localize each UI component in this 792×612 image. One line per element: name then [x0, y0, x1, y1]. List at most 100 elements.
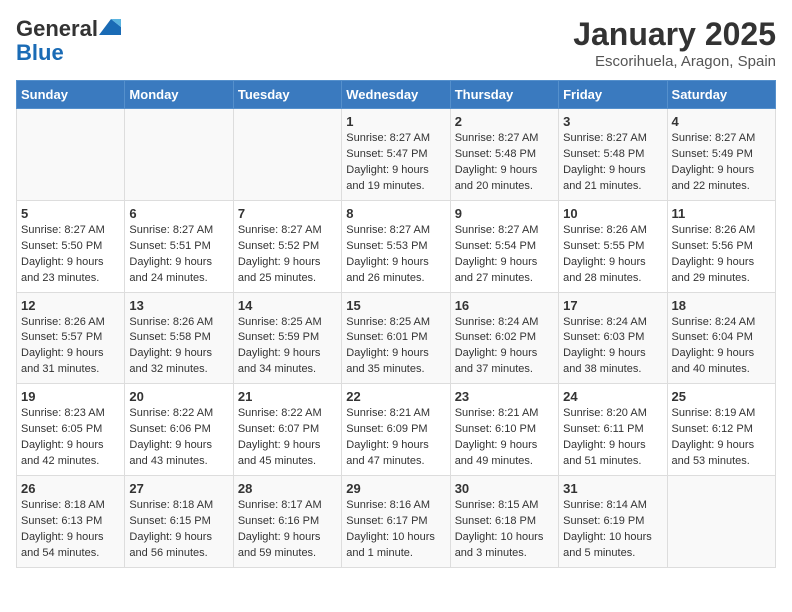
- calendar-cell: 27 Sunrise: 8:18 AMSunset: 6:15 PMDayligh…: [125, 476, 233, 568]
- calendar-cell: 26 Sunrise: 8:18 AMSunset: 6:13 PMDayligh…: [17, 476, 125, 568]
- day-header-saturday: Saturday: [667, 81, 775, 109]
- month-title: January 2025: [573, 16, 776, 53]
- page-header: General Blue January 2025 Escorihuela, A…: [16, 16, 776, 70]
- calendar-cell: 16 Sunrise: 8:24 AMSunset: 6:02 PMDayligh…: [450, 292, 558, 384]
- calendar-cell: 6 Sunrise: 8:27 AMSunset: 5:51 PMDaylight…: [125, 200, 233, 292]
- day-info: Sunrise: 8:24 AMSunset: 6:04 PMDaylight:…: [672, 315, 771, 379]
- day-info: Sunrise: 8:22 AMSunset: 6:06 PMDaylight:…: [129, 406, 228, 470]
- day-info: Sunrise: 8:20 AMSunset: 6:11 PMDaylight:…: [563, 406, 662, 470]
- day-number: 14: [238, 298, 337, 313]
- day-info: Sunrise: 8:27 AMSunset: 5:47 PMDaylight:…: [346, 131, 445, 195]
- day-header-wednesday: Wednesday: [342, 81, 450, 109]
- calendar-cell: 25Sunrise: 8:19 AMSunset: 6:12 PMDayligh…: [667, 384, 775, 476]
- day-number: 21: [238, 389, 337, 404]
- calendar-cell: 14Sunrise: 8:25 AMSunset: 5:59 PMDayligh…: [233, 292, 341, 384]
- day-info: Sunrise: 8:21 AMSunset: 6:09 PMDaylight:…: [346, 406, 445, 470]
- location: Escorihuela, Aragon, Spain: [573, 53, 776, 70]
- day-number: 25: [672, 389, 771, 404]
- day-info: Sunrise: 8:23 AMSunset: 6:05 PMDaylight:…: [21, 406, 120, 470]
- day-info: Sunrise: 8:21 AMSunset: 6:10 PMDaylight:…: [455, 406, 554, 470]
- day-info: Sunrise: 8:27 AMSunset: 5:54 PMDaylight:…: [455, 223, 554, 287]
- calendar-table: SundayMondayTuesdayWednesdayThursdayFrid…: [16, 80, 776, 568]
- day-number: 23: [455, 389, 554, 404]
- calendar-cell: 23 Sunrise: 8:21 AMSunset: 6:10 PMDayligh…: [450, 384, 558, 476]
- day-info: Sunrise: 8:24 AMSunset: 6:02 PMDaylight:…: [455, 315, 554, 379]
- day-number: 29: [346, 481, 445, 496]
- calendar-cell: 9 Sunrise: 8:27 AMSunset: 5:54 PMDaylight…: [450, 200, 558, 292]
- day-number: 4: [672, 114, 771, 129]
- day-info: Sunrise: 8:26 AMSunset: 5:57 PMDaylight:…: [21, 315, 120, 379]
- day-number: 15: [346, 298, 445, 313]
- day-info: Sunrise: 8:27 AMSunset: 5:50 PMDaylight:…: [21, 223, 120, 287]
- day-info: Sunrise: 8:18 AMSunset: 6:13 PMDaylight:…: [21, 498, 120, 562]
- day-number: 5: [21, 206, 120, 221]
- day-number: 17: [563, 298, 662, 313]
- day-number: 24: [563, 389, 662, 404]
- title-block: January 2025 Escorihuela, Aragon, Spain: [573, 16, 776, 70]
- calendar-cell: 3 Sunrise: 8:27 AMSunset: 5:48 PMDaylight…: [559, 109, 667, 201]
- day-number: 27: [129, 481, 228, 496]
- day-info: Sunrise: 8:27 AMSunset: 5:53 PMDaylight:…: [346, 223, 445, 287]
- day-header-sunday: Sunday: [17, 81, 125, 109]
- day-info: Sunrise: 8:27 AMSunset: 5:49 PMDaylight:…: [672, 131, 771, 195]
- calendar-cell: 2 Sunrise: 8:27 AMSunset: 5:48 PMDaylight…: [450, 109, 558, 201]
- day-number: 20: [129, 389, 228, 404]
- day-info: Sunrise: 8:26 AMSunset: 5:56 PMDaylight:…: [672, 223, 771, 287]
- day-number: 19: [21, 389, 120, 404]
- day-info: Sunrise: 8:27 AMSunset: 5:52 PMDaylight:…: [238, 223, 337, 287]
- calendar-cell: 1 Sunrise: 8:27 AMSunset: 5:47 PMDaylight…: [342, 109, 450, 201]
- calendar-cell: 5 Sunrise: 8:27 AMSunset: 5:50 PMDaylight…: [17, 200, 125, 292]
- day-info: Sunrise: 8:16 AMSunset: 6:17 PMDaylight:…: [346, 498, 445, 562]
- logo-icon: [99, 19, 121, 35]
- calendar-cell: [17, 109, 125, 201]
- calendar-cell: 31 Sunrise: 8:14 AMSunset: 6:19 PMDayligh…: [559, 476, 667, 568]
- day-number: 8: [346, 206, 445, 221]
- day-info: Sunrise: 8:14 AMSunset: 6:19 PMDaylight:…: [563, 498, 662, 562]
- day-header-thursday: Thursday: [450, 81, 558, 109]
- day-number: 31: [563, 481, 662, 496]
- calendar-cell: 7Sunrise: 8:27 AMSunset: 5:52 PMDaylight…: [233, 200, 341, 292]
- calendar-cell: 30Sunrise: 8:15 AMSunset: 6:18 PMDayligh…: [450, 476, 558, 568]
- day-number: 1: [346, 114, 445, 129]
- logo-general: General: [16, 16, 98, 42]
- day-number: 6: [129, 206, 228, 221]
- day-number: 30: [455, 481, 554, 496]
- day-info: Sunrise: 8:26 AMSunset: 5:55 PMDaylight:…: [563, 223, 662, 287]
- calendar-cell: 11 Sunrise: 8:26 AMSunset: 5:56 PMDayligh…: [667, 200, 775, 292]
- day-info: Sunrise: 8:27 AMSunset: 5:48 PMDaylight:…: [455, 131, 554, 195]
- day-number: 13: [129, 298, 228, 313]
- day-number: 16: [455, 298, 554, 313]
- logo: General Blue: [16, 16, 121, 66]
- day-info: Sunrise: 8:22 AMSunset: 6:07 PMDaylight:…: [238, 406, 337, 470]
- calendar-cell: [125, 109, 233, 201]
- day-info: Sunrise: 8:17 AMSunset: 6:16 PMDaylight:…: [238, 498, 337, 562]
- calendar-cell: 20 Sunrise: 8:22 AMSunset: 6:06 PMDayligh…: [125, 384, 233, 476]
- day-number: 26: [21, 481, 120, 496]
- day-header-tuesday: Tuesday: [233, 81, 341, 109]
- calendar-cell: 24 Sunrise: 8:20 AMSunset: 6:11 PMDayligh…: [559, 384, 667, 476]
- calendar-cell: 12 Sunrise: 8:26 AMSunset: 5:57 PMDayligh…: [17, 292, 125, 384]
- calendar-header-row: SundayMondayTuesdayWednesdayThursdayFrid…: [17, 81, 776, 109]
- calendar-cell: 13Sunrise: 8:26 AMSunset: 5:58 PMDayligh…: [125, 292, 233, 384]
- day-info: Sunrise: 8:27 AMSunset: 5:48 PMDaylight:…: [563, 131, 662, 195]
- calendar-cell: [233, 109, 341, 201]
- day-info: Sunrise: 8:27 AMSunset: 5:51 PMDaylight:…: [129, 223, 228, 287]
- day-info: Sunrise: 8:24 AMSunset: 6:03 PMDaylight:…: [563, 315, 662, 379]
- day-number: 2: [455, 114, 554, 129]
- calendar-cell: 10Sunrise: 8:26 AMSunset: 5:55 PMDayligh…: [559, 200, 667, 292]
- day-info: Sunrise: 8:25 AMSunset: 6:01 PMDaylight:…: [346, 315, 445, 379]
- day-number: 9: [455, 206, 554, 221]
- day-number: 11: [672, 206, 771, 221]
- calendar-cell: 4 Sunrise: 8:27 AMSunset: 5:49 PMDaylight…: [667, 109, 775, 201]
- day-header-friday: Friday: [559, 81, 667, 109]
- day-number: 22: [346, 389, 445, 404]
- day-number: 3: [563, 114, 662, 129]
- calendar-cell: 8 Sunrise: 8:27 AMSunset: 5:53 PMDaylight…: [342, 200, 450, 292]
- calendar-cell: [667, 476, 775, 568]
- day-header-monday: Monday: [125, 81, 233, 109]
- day-info: Sunrise: 8:18 AMSunset: 6:15 PMDaylight:…: [129, 498, 228, 562]
- calendar-cell: 28Sunrise: 8:17 AMSunset: 6:16 PMDayligh…: [233, 476, 341, 568]
- calendar-cell: 22 Sunrise: 8:21 AMSunset: 6:09 PMDayligh…: [342, 384, 450, 476]
- week-row-3: 19 Sunrise: 8:23 AMSunset: 6:05 PMDayligh…: [17, 384, 776, 476]
- day-number: 12: [21, 298, 120, 313]
